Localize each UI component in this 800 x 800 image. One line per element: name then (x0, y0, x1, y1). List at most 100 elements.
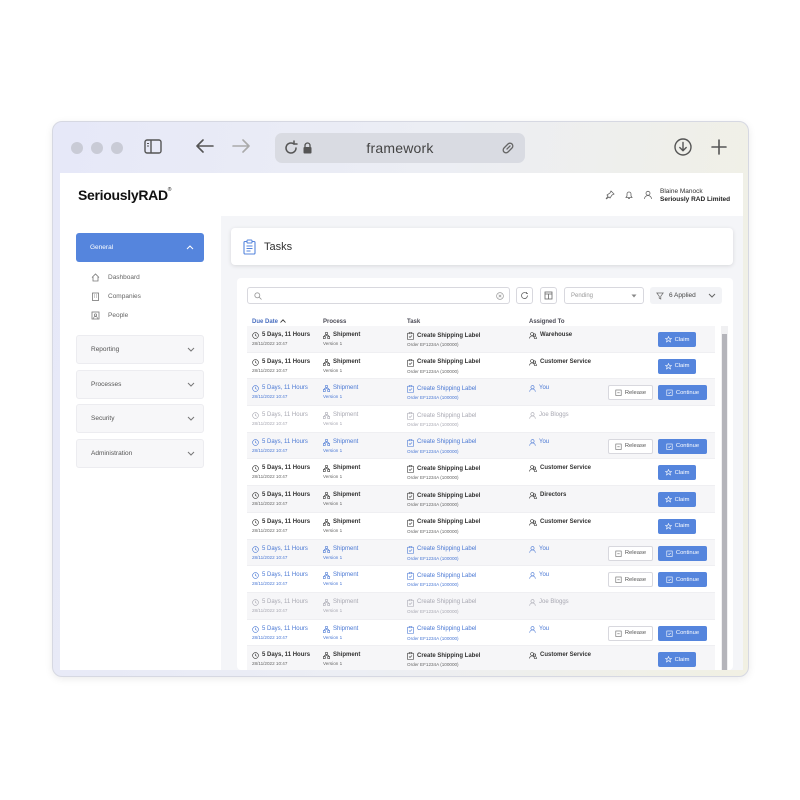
process-cell: Shipment Version 1 (323, 599, 358, 614)
sidebar-toggle-icon[interactable] (144, 139, 162, 154)
download-icon[interactable] (674, 138, 692, 156)
back-arrow-icon[interactable] (196, 139, 214, 153)
claim-button[interactable]: Claim (658, 518, 696, 534)
filter-button[interactable]: 6 Applied (650, 287, 722, 304)
clipboard-icon (407, 332, 414, 340)
table-row[interactable]: 5 Days, 11 Hours 28/11/2022 10:47 Shipme… (247, 620, 715, 647)
task-order: Order EF1234A (100000) (407, 422, 459, 428)
url-text: framework (366, 140, 434, 156)
claim-button[interactable]: Claim (658, 465, 696, 481)
table-row[interactable]: 5 Days, 11 Hours 28/11/2022 10:47 Shipme… (247, 326, 715, 353)
table-row[interactable]: 5 Days, 11 Hours 28/11/2022 10:47 Shipme… (247, 379, 715, 407)
forward-arrow-icon[interactable] (232, 139, 250, 153)
claim-button-label: Claim (674, 523, 690, 530)
process-cell: Shipment Version 1 (323, 572, 358, 587)
table-row[interactable]: 5 Days, 11 Hours 28/11/2022 10:47 Shipme… (247, 539, 715, 567)
user-name: Blaine Manock (660, 188, 703, 195)
claim-button[interactable]: Claim (658, 358, 696, 374)
new-tab-plus-icon[interactable] (711, 139, 727, 155)
table-row[interactable]: 5 Days, 11 Hours 28/11/2022 10:47 Shipme… (247, 513, 715, 540)
sidebar-group-processes[interactable]: Processes (76, 370, 204, 399)
table-row[interactable]: 5 Days, 11 Hours 28/11/2022 10:47 Shipme… (247, 459, 715, 487)
sidebar-item-companies[interactable]: Companies (91, 292, 141, 301)
due-cell: 5 Days, 11 Hours 28/11/2022 10:47 (252, 626, 308, 641)
due-date: 28/11/2022 10:47 (252, 421, 288, 427)
table-row[interactable]: 5 Days, 11 Hours 28/11/2022 10:47 Shipme… (247, 406, 715, 433)
columns-button[interactable] (540, 287, 557, 304)
link-icon[interactable] (501, 141, 515, 155)
clock-icon (252, 492, 259, 499)
sidebar-item-label: Dashboard (108, 274, 140, 281)
address-bar[interactable]: framework (275, 133, 525, 163)
search-input[interactable] (247, 287, 510, 304)
clock-icon (252, 332, 259, 339)
reload-icon[interactable] (283, 140, 299, 156)
release-button[interactable]: Release (608, 545, 653, 561)
task-name: Create Shipping Label (417, 465, 481, 472)
pin-icon[interactable] (605, 190, 615, 200)
release-button[interactable]: Release (608, 625, 653, 641)
clear-search-icon[interactable] (496, 292, 504, 300)
user-icon (529, 412, 536, 419)
table-row[interactable]: 5 Days, 11 Hours 28/11/2022 10:47 Shipme… (247, 592, 715, 620)
window-zoom-dot[interactable] (111, 142, 123, 154)
column-header-process[interactable]: Process (323, 319, 346, 325)
sidebar-group-administration[interactable]: Administration (76, 439, 204, 468)
assigned-cell: You (529, 546, 549, 553)
release-button[interactable]: Release (608, 572, 653, 588)
process-version: Version 1 (323, 474, 343, 480)
refresh-button[interactable] (516, 287, 533, 304)
table-row[interactable]: 5 Days, 11 Hours 28/11/2022 10:47 Shipme… (247, 486, 715, 513)
table-row[interactable]: 5 Days, 11 Hours 28/11/2022 10:47 Shipme… (247, 566, 715, 593)
column-header-task[interactable]: Task (407, 319, 420, 325)
assignee-name: Customer Service (540, 358, 592, 365)
claim-button-label: Claim (674, 656, 690, 663)
window-close-dot[interactable] (71, 142, 83, 154)
sidebar-group-reporting[interactable]: Reporting (76, 335, 204, 364)
continue-button[interactable]: Continue (658, 438, 707, 454)
column-header-assigned-to[interactable]: Assigned To (529, 319, 565, 325)
due-date: 28/11/2022 10:47 (252, 341, 288, 346)
process-version: Version 1 (323, 421, 343, 427)
sidebar-item-people[interactable]: People (91, 311, 128, 320)
release-button[interactable]: Release (608, 438, 653, 454)
continue-button[interactable]: Continue (658, 625, 707, 641)
continue-button[interactable]: Continue (658, 385, 707, 401)
process-name: Shipment (333, 438, 359, 445)
claim-button[interactable]: Claim (658, 492, 696, 508)
claim-button[interactable]: Claim (658, 332, 696, 347)
column-header-due-date[interactable]: Due Date (252, 319, 286, 325)
table-row[interactable]: 5 Days, 11 Hours 28/11/2022 10:47 Shipme… (247, 432, 715, 460)
star-icon (664, 522, 672, 530)
user-icon[interactable] (643, 190, 653, 200)
assignee-name: You (539, 572, 550, 579)
user-info[interactable]: Blaine Manock Seriously RAD Limited (660, 188, 730, 204)
due-in: 5 Days, 11 Hours (262, 358, 311, 365)
continue-button-label: Continue (675, 389, 700, 396)
sidebar-item-dashboard[interactable]: Dashboard (91, 273, 140, 282)
task-name: Create Shipping Label (417, 492, 481, 499)
table-row[interactable]: 5 Days, 11 Hours 28/11/2022 10:47 Shipme… (247, 646, 715, 670)
sidebar-group-security[interactable]: Security (76, 404, 204, 433)
due-in: 5 Days, 11 Hours (262, 332, 311, 338)
status-select[interactable]: Pending (564, 287, 644, 304)
continue-button[interactable]: Continue (658, 545, 707, 561)
sidebar-group-general[interactable]: General (76, 233, 204, 262)
due-in: 5 Days, 11 Hours (262, 545, 308, 552)
claim-button[interactable]: Claim (658, 652, 696, 668)
release-button[interactable]: Release (608, 385, 653, 401)
app-logo[interactable]: SeriouslyRAD® (78, 187, 171, 203)
continue-button-label: Continue (675, 550, 700, 556)
bell-icon[interactable] (624, 190, 634, 200)
app-viewport: SeriouslyRAD® Blaine Manock Seriously RA… (60, 173, 743, 670)
scrollbar-thumb[interactable] (722, 334, 727, 670)
tasks-table-card: Pending 6 Applied Due Date Process Task … (237, 278, 733, 670)
table-row[interactable]: 5 Days, 11 Hours 28/11/2022 10:47 Shipme… (247, 353, 715, 380)
process-name: Shipment (333, 625, 359, 632)
process-name: Shipment (333, 332, 361, 338)
sidebar-group-label: Processes (91, 381, 122, 388)
task-cell: Create Shipping Label Order EF1234A (100… (407, 572, 476, 588)
hierarchy-icon (323, 358, 330, 366)
continue-button[interactable]: Continue (658, 572, 707, 588)
window-minimize-dot[interactable] (91, 142, 103, 154)
